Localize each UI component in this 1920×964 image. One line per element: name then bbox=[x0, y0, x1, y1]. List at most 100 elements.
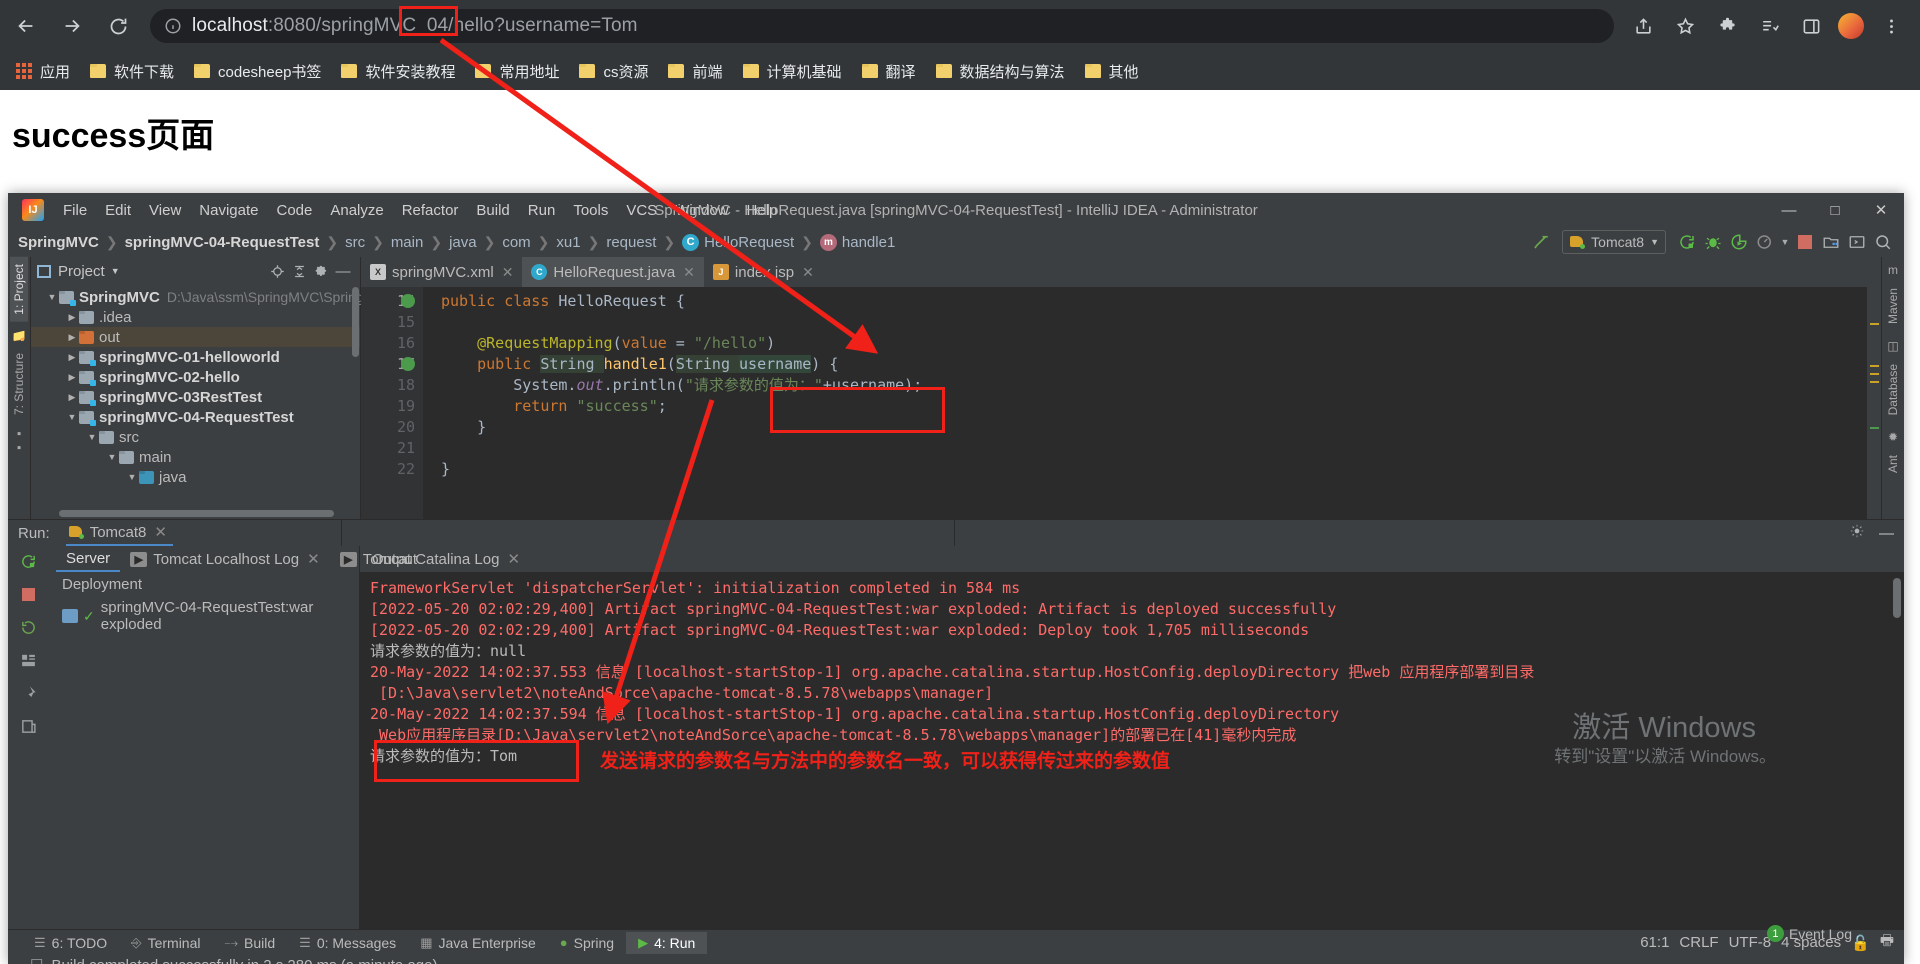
run-configuration-selector[interactable]: Tomcat8 ▼ bbox=[1562, 230, 1666, 254]
tree-row-out[interactable]: ▶ out bbox=[31, 327, 360, 347]
tool-tab-database[interactable]: Database bbox=[1884, 357, 1902, 422]
tab-index-jsp[interactable]: J index.jsp ✕ bbox=[704, 257, 823, 287]
tree-row-springmvc[interactable]: ▼ SpringMVC D:\Java\ssm\SpringMVC\Spring… bbox=[31, 287, 385, 307]
tree-row-main[interactable]: ▼ main bbox=[31, 447, 360, 467]
tree-row-idea[interactable]: ▶ .idea bbox=[31, 307, 360, 327]
menu-run[interactable]: Run bbox=[519, 199, 565, 222]
status-java-enterprise[interactable]: ▦ Java Enterprise bbox=[408, 932, 548, 954]
more-menu-icon[interactable] bbox=[1874, 9, 1908, 43]
project-vertical-scrollbar[interactable] bbox=[352, 287, 359, 357]
print-icon[interactable]: 🖶 bbox=[1880, 930, 1894, 955]
menu-refactor[interactable]: Refactor bbox=[393, 199, 468, 222]
reading-list-icon[interactable] bbox=[1752, 9, 1786, 43]
tree-expand-arrow[interactable]: ▶ bbox=[65, 312, 79, 323]
close-icon[interactable]: ✕ bbox=[502, 264, 514, 281]
close-icon[interactable]: ✕ bbox=[154, 523, 167, 541]
tool-tab-maven[interactable]: Maven bbox=[1884, 281, 1902, 331]
forward-arrow-icon[interactable] bbox=[52, 6, 92, 46]
bookmark-folder-3[interactable]: 软件安装教程 bbox=[335, 58, 461, 85]
stop-icon[interactable] bbox=[17, 583, 39, 605]
tree-row-src[interactable]: ▼ src bbox=[31, 427, 360, 447]
bookmark-folder-9[interactable]: 数据结构与算法 bbox=[930, 58, 1071, 85]
close-button[interactable]: ✕ bbox=[1858, 193, 1904, 227]
status-build[interactable]: ⤍ Build bbox=[212, 932, 287, 954]
bookmark-folder-6[interactable]: 前端 bbox=[662, 58, 728, 85]
info-circle-icon[interactable] bbox=[164, 17, 182, 35]
console-scrollbar[interactable] bbox=[1893, 578, 1901, 618]
bookmark-folder-1[interactable]: 软件下载 bbox=[84, 58, 180, 85]
bookmark-folder-4[interactable]: 常用地址 bbox=[469, 58, 565, 85]
menu-view[interactable]: View bbox=[140, 199, 190, 222]
breadcrumb-com[interactable]: com bbox=[502, 234, 530, 251]
run-icon[interactable] bbox=[1674, 229, 1700, 255]
tree-row-mvc04[interactable]: ▼ springMVC-04-RequestTest bbox=[31, 407, 360, 427]
chevron-down-icon[interactable]: ▼ bbox=[111, 266, 120, 276]
tree-row-mvc01[interactable]: ▶ springMVC-01-helloworld bbox=[31, 347, 360, 367]
tree-expand-arrow[interactable]: ▶ bbox=[65, 352, 79, 363]
deployment-artifact-row[interactable]: ✓ springMVC-04-RequestTest:war exploded bbox=[48, 599, 359, 633]
hide-icon[interactable]: — bbox=[1879, 525, 1894, 542]
tree-row-java[interactable]: ▼ java bbox=[31, 467, 360, 487]
editor-marker-bar[interactable] bbox=[1867, 287, 1881, 519]
tree-expand-arrow[interactable]: ▼ bbox=[85, 432, 99, 442]
run-gutter-icon[interactable] bbox=[401, 294, 415, 308]
layout-icon[interactable] bbox=[17, 649, 39, 671]
tree-expand-arrow[interactable]: ▼ bbox=[105, 452, 119, 462]
collapse-all-icon[interactable] bbox=[288, 260, 310, 282]
search-icon[interactable] bbox=[1870, 229, 1896, 255]
status-spring[interactable]: ● Spring bbox=[548, 932, 626, 954]
bookmark-apps[interactable]: 应用 bbox=[10, 58, 76, 85]
breadcrumb-class[interactable]: C HelloRequest bbox=[682, 233, 794, 251]
tree-expand-arrow[interactable]: ▶ bbox=[65, 332, 79, 343]
tool-tab-project[interactable]: 1: Project bbox=[10, 257, 28, 322]
restart-icon[interactable] bbox=[17, 616, 39, 638]
chevron-down-icon[interactable]: ▼ bbox=[1778, 229, 1792, 255]
star-icon[interactable] bbox=[1668, 9, 1702, 43]
code-editor[interactable]: 14 15 16 17 18 19 20 21 22 public class … bbox=[361, 287, 1881, 519]
terminal-icon[interactable] bbox=[1844, 229, 1870, 255]
menu-build[interactable]: Build bbox=[467, 199, 518, 222]
tree-expand-arrow[interactable]: ▶ bbox=[65, 392, 79, 403]
project-horizontal-scrollbar[interactable] bbox=[59, 510, 334, 517]
close-icon[interactable]: ✕ bbox=[307, 550, 320, 568]
lock-icon[interactable]: 🔓 bbox=[1851, 934, 1870, 952]
close-icon[interactable]: ✕ bbox=[683, 264, 695, 281]
run-with-coverage-icon[interactable] bbox=[1726, 229, 1752, 255]
run-tab-tomcat8[interactable]: Tomcat8 ✕ bbox=[65, 520, 173, 546]
export-icon[interactable] bbox=[17, 715, 39, 737]
bookmark-folder-8[interactable]: 翻译 bbox=[856, 58, 922, 85]
status-todo[interactable]: ☰ 6: TODO bbox=[22, 932, 119, 954]
close-icon[interactable]: ✕ bbox=[802, 264, 814, 281]
bookmark-folder-7[interactable]: 计算机基础 bbox=[737, 58, 848, 85]
extensions-icon[interactable] bbox=[1710, 9, 1744, 43]
back-arrow-icon[interactable] bbox=[6, 6, 46, 46]
breadcrumb-module[interactable]: springMVC-04-RequestTest bbox=[125, 234, 320, 251]
run-gutter-icon[interactable] bbox=[401, 357, 415, 371]
reload-icon[interactable] bbox=[98, 6, 138, 46]
tool-tab-ant[interactable]: Ant bbox=[1884, 448, 1902, 480]
breadcrumb-request[interactable]: request bbox=[606, 234, 656, 251]
menu-analyze[interactable]: Analyze bbox=[321, 199, 392, 222]
address-bar[interactable]: localhost:8080/springMVC_04/hello?userna… bbox=[150, 9, 1614, 43]
subtab-server[interactable]: Server bbox=[56, 546, 121, 572]
menu-file[interactable]: File bbox=[54, 199, 96, 222]
breadcrumb-project[interactable]: SpringMVC bbox=[18, 234, 99, 251]
settings-gear-icon[interactable] bbox=[310, 260, 332, 282]
subtab-tomcat-localhost-log[interactable]: ▶ Tomcat Localhost Log ✕ bbox=[120, 546, 330, 572]
tab-springmvc-xml[interactable]: X springMVC.xml ✕ bbox=[361, 257, 522, 287]
editor-gutter[interactable]: 14 15 16 17 18 19 20 21 22 bbox=[361, 287, 423, 519]
locate-icon[interactable] bbox=[266, 260, 288, 282]
build-hammer-icon[interactable] bbox=[1528, 229, 1554, 255]
tree-expand-arrow[interactable]: ▼ bbox=[125, 472, 139, 482]
breadcrumb-src[interactable]: src bbox=[345, 234, 365, 251]
bookmark-folder-5[interactable]: cs资源 bbox=[573, 58, 654, 85]
rerun-icon[interactable] bbox=[17, 550, 39, 572]
menu-vcs[interactable]: VCS bbox=[617, 199, 666, 222]
debug-icon[interactable] bbox=[1700, 229, 1726, 255]
status-terminal[interactable]: ⎆ Terminal bbox=[119, 932, 212, 954]
event-log-button[interactable]: 1 Event Log bbox=[1766, 925, 1852, 942]
menu-tools[interactable]: Tools bbox=[564, 199, 617, 222]
code-text[interactable]: public class HelloRequest { @RequestMapp… bbox=[423, 287, 1867, 519]
status-messages[interactable]: ☰ 0: Messages bbox=[287, 932, 408, 954]
profile-avatar[interactable] bbox=[1838, 13, 1864, 39]
